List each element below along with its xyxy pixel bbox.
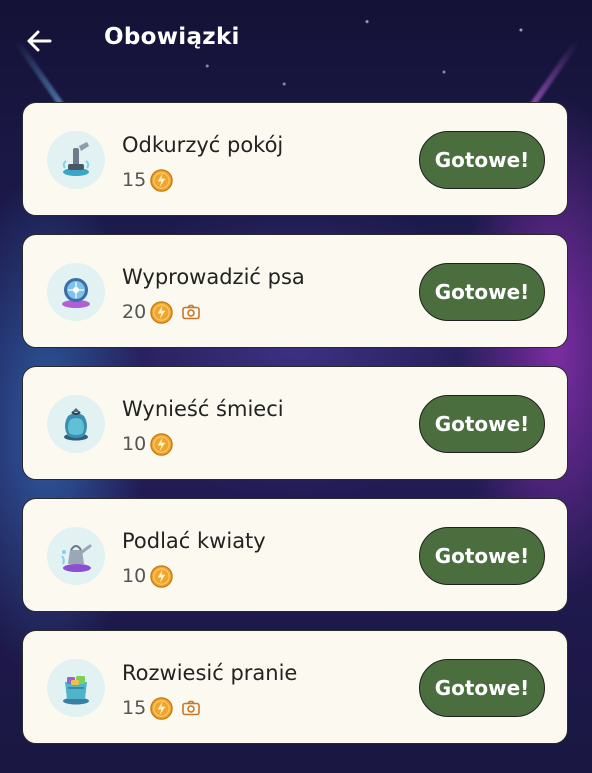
arrow-left-icon — [27, 30, 52, 52]
chore-name: Wynieść śmieci — [122, 397, 284, 421]
done-button[interactable]: Gotowe! — [419, 527, 545, 585]
chore-card: Rozwiesić pranie 15 Gotowe! — [22, 630, 568, 744]
chore-card: Odkurzyć pokój 15 Gotowe! — [22, 102, 568, 216]
coin-icon — [150, 168, 173, 192]
coin-icon — [150, 564, 173, 588]
chore-name: Podlać kwiaty — [122, 529, 266, 553]
vacuum-icon — [47, 131, 105, 189]
chore-name: Wyprowadzić psa — [122, 265, 305, 289]
points-value: 10 — [122, 433, 147, 455]
points-value: 15 — [122, 697, 147, 719]
chore-card: Wyprowadzić psa 20 Gotowe! — [22, 234, 568, 348]
coin-icon — [150, 300, 173, 324]
chore-reward: 20 — [122, 299, 200, 325]
chores-list: Odkurzyć pokój 15 Gotowe! Wyprowadzić ps… — [22, 102, 570, 762]
camera-icon — [182, 304, 200, 320]
dog-walk-icon — [47, 263, 105, 321]
camera-icon — [182, 700, 200, 716]
chore-reward: 15 — [122, 695, 200, 721]
chore-reward: 10 — [122, 563, 173, 589]
watering-can-icon — [47, 527, 105, 585]
app-header: Obowiązki — [0, 0, 592, 84]
coin-icon — [150, 432, 173, 456]
done-button[interactable]: Gotowe! — [419, 263, 545, 321]
trash-bag-icon — [47, 395, 105, 453]
chore-reward: 10 — [122, 431, 173, 457]
back-button[interactable] — [22, 24, 56, 58]
done-button[interactable]: Gotowe! — [419, 131, 545, 189]
laundry-icon — [47, 659, 105, 717]
chore-name: Rozwiesić pranie — [122, 661, 298, 685]
chore-name: Odkurzyć pokój — [122, 133, 284, 157]
points-value: 20 — [122, 301, 147, 323]
points-value: 10 — [122, 565, 147, 587]
done-button[interactable]: Gotowe! — [419, 659, 545, 717]
page-title: Obowiązki — [104, 24, 240, 50]
chore-reward: 15 — [122, 167, 173, 193]
done-button[interactable]: Gotowe! — [419, 395, 545, 453]
coin-icon — [150, 696, 173, 720]
chore-card: Wynieść śmieci 10 Gotowe! — [22, 366, 568, 480]
points-value: 15 — [122, 169, 147, 191]
chore-card: Podlać kwiaty 10 Gotowe! — [22, 498, 568, 612]
